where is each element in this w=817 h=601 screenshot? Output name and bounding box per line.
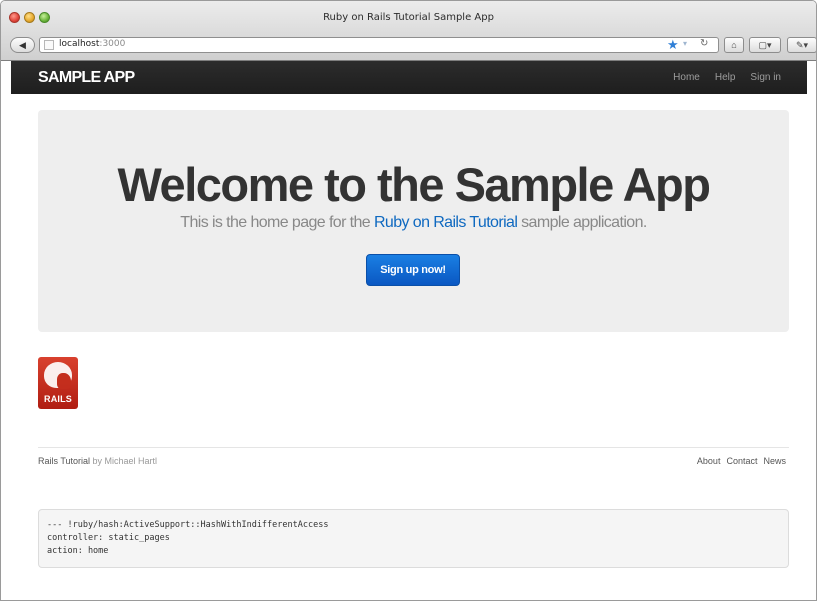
- url-port: :3000: [99, 39, 126, 49]
- extensions-button[interactable]: ✎▾: [787, 37, 816, 53]
- rss-icon[interactable]: ▾: [683, 39, 687, 48]
- site-navbar: SAMPLE APP Home Help Sign in: [11, 61, 807, 94]
- tabs-button[interactable]: ▢▾: [749, 37, 781, 53]
- address-bar[interactable]: localhost:3000 ★ ▾ ↻: [39, 37, 719, 53]
- nav-help-link[interactable]: Help: [715, 72, 736, 83]
- rails-mark-shape: [57, 373, 71, 389]
- pencil-icon: ✎▾: [795, 40, 809, 50]
- footer-links: About Contact News: [697, 456, 786, 466]
- rails-mark-icon: [44, 362, 72, 389]
- window-title: Ruby on Rails Tutorial Sample App: [323, 12, 494, 23]
- hero-title: Welcome to the Sample App: [117, 158, 711, 211]
- bookmark-star-icon[interactable]: ★: [667, 37, 679, 53]
- rails-logo[interactable]: RAILS: [38, 357, 78, 409]
- back-arrow-icon: ◀: [19, 40, 26, 50]
- footer-rails-tutorial-link[interactable]: Rails Tutorial: [38, 456, 90, 466]
- rails-logo-text: RAILS: [44, 394, 72, 404]
- url-text: localhost:3000: [59, 39, 125, 49]
- debug-info: --- !ruby/hash:ActiveSupport::HashWithIn…: [38, 509, 789, 568]
- hero-subtitle-pre: This is the home page for the: [180, 214, 374, 231]
- logo[interactable]: SAMPLE APP: [38, 69, 135, 87]
- footer-about-link[interactable]: About: [697, 456, 721, 466]
- footer-credit: Rails Tutorial by Michael Hartl: [38, 456, 157, 466]
- browser-window: Ruby on Rails Tutorial Sample App ◀ loca…: [0, 0, 817, 601]
- back-button[interactable]: ◀: [10, 37, 35, 53]
- reload-icon[interactable]: ↻: [700, 38, 708, 49]
- signup-button[interactable]: Sign up now!: [366, 254, 460, 286]
- nav-links: Home Help Sign in: [673, 72, 781, 83]
- debug-line: --- !ruby/hash:ActiveSupport::HashWithIn…: [47, 520, 329, 530]
- favicon-icon: [44, 40, 54, 50]
- rails-tutorial-link[interactable]: Ruby on Rails Tutorial: [374, 214, 518, 231]
- titlebar: Ruby on Rails Tutorial Sample App ◀ loca…: [1, 1, 816, 61]
- footer-contact-link[interactable]: Contact: [726, 456, 757, 466]
- debug-line: action: home: [47, 546, 109, 556]
- nav-home-link[interactable]: Home: [673, 72, 700, 83]
- footer-news-link[interactable]: News: [763, 456, 786, 466]
- url-host: localhost: [59, 39, 100, 49]
- hero-subtitle-post: sample application.: [517, 214, 647, 231]
- hero-subtitle: This is the home page for the Ruby on Ra…: [38, 214, 789, 232]
- debug-line: controller: static_pages: [47, 533, 170, 543]
- home-button[interactable]: ⌂: [724, 37, 744, 53]
- hero-unit: Welcome to the Sample App This is the ho…: [38, 110, 789, 332]
- footer-author[interactable]: by Michael Hartl: [90, 456, 158, 466]
- footer-divider: [38, 447, 789, 448]
- tabs-icon: ▢▾: [758, 40, 772, 50]
- home-icon: ⌂: [731, 40, 737, 50]
- nav-signin-link[interactable]: Sign in: [750, 72, 781, 83]
